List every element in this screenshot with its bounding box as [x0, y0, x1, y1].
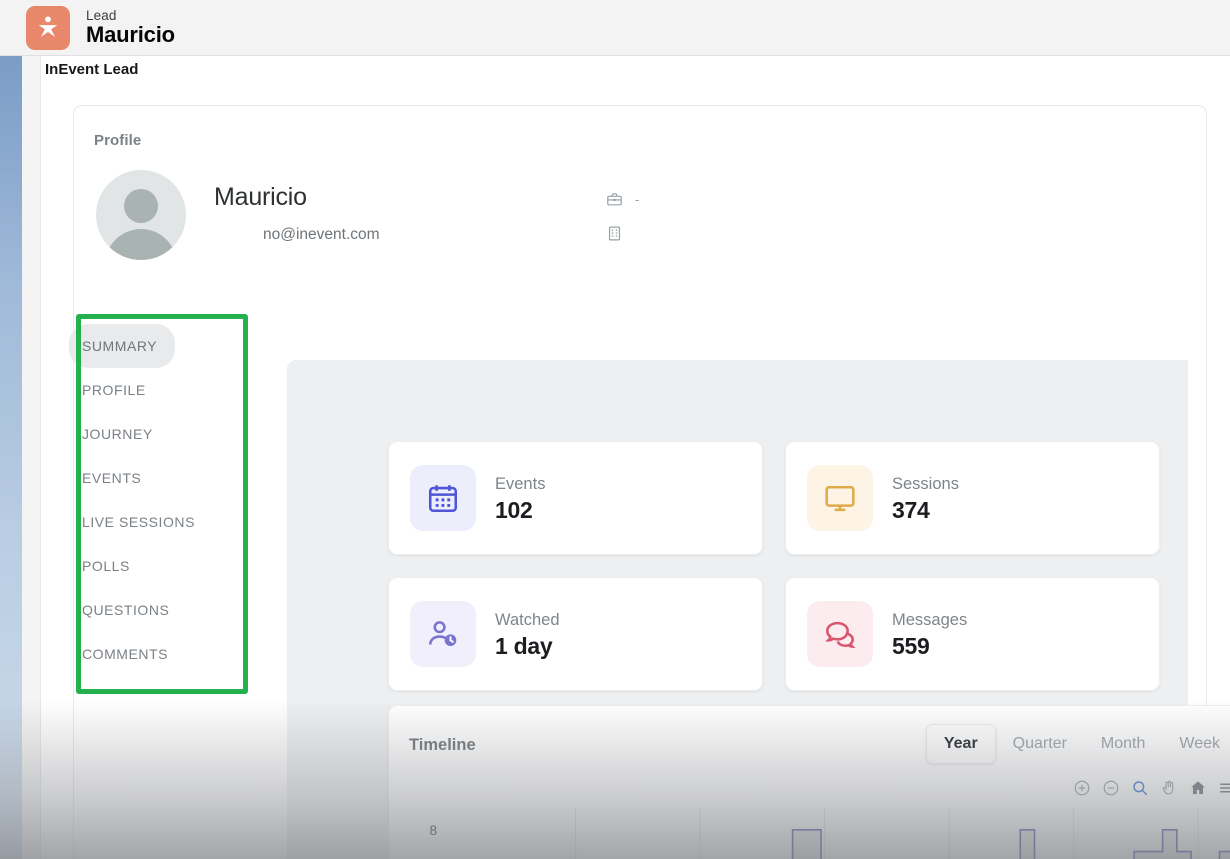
stat-card-events[interactable]: Events 102: [388, 441, 763, 555]
stat-card-watched[interactable]: Watched 1 day: [388, 577, 763, 691]
sidebar-item-profile[interactable]: PROFILE: [69, 368, 229, 412]
profile-detail-list: -: [606, 182, 639, 250]
profile-card: Profile Mauricio no@inevent.com - Events…: [73, 105, 1230, 859]
stat-value: 559: [892, 632, 930, 659]
sidebar-item-journey[interactable]: JOURNEY: [69, 412, 229, 456]
profile-section-label: Profile: [94, 132, 142, 149]
stat-text: Watched 1 day: [495, 608, 560, 660]
sidebar-item-label: QUESTIONS: [82, 602, 170, 618]
profile-detail-company: [606, 216, 639, 250]
summary-content-panel: Events 102 Sessions 374 Watched 1 day Me…: [287, 360, 1230, 859]
page-body: InEvent Lead Profile Mauricio no@inevent…: [40, 56, 1230, 859]
sidebar-item-comments[interactable]: COMMENTS: [69, 632, 229, 676]
record-kind-label: Lead: [86, 7, 117, 23]
stat-label: Sessions: [892, 475, 959, 494]
record-header: Lead Mauricio: [0, 0, 1230, 56]
sidebar-item-label: POLLS: [82, 558, 130, 574]
stat-value: 374: [892, 496, 930, 523]
timeline-chart[interactable]: 2468: [389, 802, 1230, 859]
monitor-icon: [807, 465, 873, 531]
stat-text: Messages 559: [892, 608, 967, 660]
building-icon: [608, 226, 621, 240]
stat-value: 1 day: [495, 632, 553, 659]
svg-text:8: 8: [429, 823, 437, 838]
sidebar-item-events[interactable]: EVENTS: [69, 456, 229, 500]
chat-bubbles-icon: [807, 601, 873, 667]
stat-card-messages[interactable]: Messages 559: [785, 577, 1160, 691]
timeline-range-tabs: Year Quarter Month Week: [925, 724, 1230, 764]
stat-text: Events 102: [495, 472, 545, 524]
profile-email: no@inevent.com: [263, 226, 380, 243]
stat-text: Sessions 374: [892, 472, 959, 524]
sidebar-item-label: SUMMARY: [82, 338, 158, 354]
summary-sidebar-nav: SUMMARY PROFILE JOURNEY EVENTS LIVE SESS…: [69, 324, 229, 676]
selection-zoom-icon[interactable]: [1131, 779, 1149, 797]
profile-row: Mauricio no@inevent.com -: [96, 170, 1186, 320]
avatar-body: [105, 229, 177, 260]
sidebar-item-questions[interactable]: QUESTIONS: [69, 588, 229, 632]
home-reset-icon[interactable]: [1189, 779, 1207, 797]
stat-value: 102: [495, 496, 533, 523]
sidebar-item-label: COMMENTS: [82, 646, 169, 662]
sidebar-item-label: PROFILE: [82, 382, 146, 398]
avatar: [96, 170, 186, 260]
briefcase-icon: [607, 192, 622, 205]
sidebar-item-live-sessions[interactable]: LIVE SESSIONS: [69, 500, 229, 544]
profile-detail-job: -: [606, 182, 639, 216]
stat-label: Messages: [892, 611, 968, 630]
zoom-in-icon[interactable]: [1073, 779, 1091, 797]
sidebar-item-polls[interactable]: POLLS: [69, 544, 229, 588]
record-meta: Lead Mauricio: [86, 8, 175, 48]
zoom-out-icon[interactable]: [1102, 779, 1120, 797]
calendar-icon: [410, 465, 476, 531]
window-gutter: [22, 56, 40, 859]
record-title: Mauricio: [86, 21, 175, 47]
page-title: InEvent Lead: [45, 61, 139, 78]
stat-label: Watched: [495, 611, 560, 630]
timeline-chart-svg: 2468: [429, 808, 1230, 859]
tab-quarter[interactable]: Quarter: [996, 725, 1084, 763]
lead-person-icon: [26, 5, 70, 50]
profile-detail-job-value: -: [635, 191, 640, 207]
stat-card-sessions[interactable]: Sessions 374: [785, 441, 1160, 555]
app-root: Lead Mauricio InEvent Lead Profile Mauri…: [0, 0, 1230, 859]
menu-icon[interactable]: [1218, 779, 1230, 797]
timeline-title: Timeline: [409, 736, 476, 754]
sidebar-item-label: JOURNEY: [82, 426, 153, 442]
chart-toolbar: [1073, 779, 1230, 797]
pan-hand-icon[interactable]: [1160, 779, 1178, 797]
sidebar-item-summary[interactable]: SUMMARY: [69, 324, 175, 368]
sidebar-item-label: LIVE SESSIONS: [82, 514, 195, 530]
stat-label: Events: [495, 475, 546, 494]
stat-card-grid: Events 102 Sessions 374 Watched 1 day Me…: [388, 441, 1160, 691]
avatar-head: [124, 189, 158, 223]
timeline-card: Timeline Year Quarter Month Week 8: [388, 705, 1230, 859]
tab-year[interactable]: Year: [925, 724, 996, 764]
desktop-background-strip: [0, 56, 22, 859]
person-clock-icon: [410, 601, 476, 667]
profile-name: Mauricio: [214, 183, 307, 211]
sidebar-item-label: EVENTS: [82, 470, 142, 486]
tab-month[interactable]: Month: [1084, 725, 1162, 763]
tab-week[interactable]: Week: [1162, 725, 1230, 763]
